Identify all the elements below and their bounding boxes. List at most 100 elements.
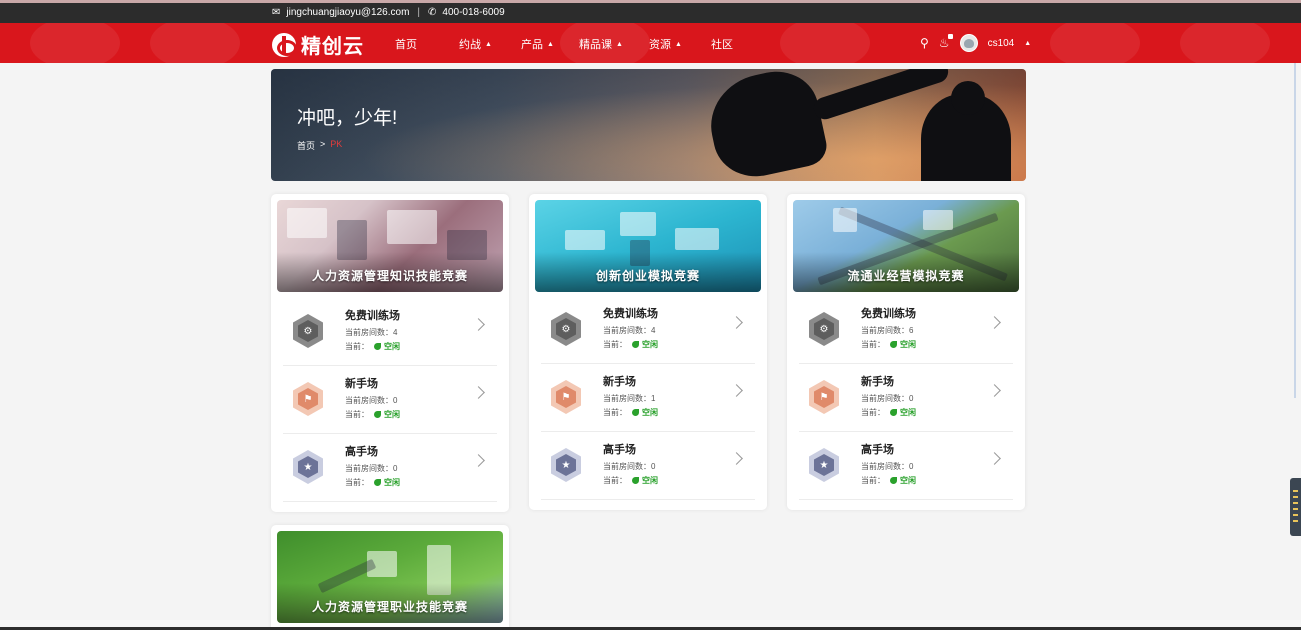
caret-up-icon: ▲ [675, 40, 682, 48]
main-navbar: 精创云 首页 约战 ▲ 产品 ▲ 精品课 ▲ 资源 ▲ 社区 ⚲ ♨ cs104… [0, 23, 1301, 63]
room-count-label: 当前房间数： [345, 396, 393, 405]
card-title: 流通业经营模拟竞赛 [847, 269, 965, 283]
nav-item-label: 社区 [711, 39, 733, 51]
chevron-right-icon[interactable] [730, 384, 743, 397]
breadcrumb-home[interactable]: 首页 [297, 139, 315, 152]
widget-bar [1293, 490, 1298, 492]
nav-item-battle[interactable]: 约战 ▲ [459, 36, 521, 52]
novice-arena-badge-icon: ⚑ [809, 380, 839, 414]
arena-row-expert[interactable]: ★ 高手场 当前房间数：0 当前： 空闲 [283, 434, 497, 502]
nav-item-community[interactable]: 社区 [711, 36, 761, 52]
search-icon[interactable]: ⚲ [920, 36, 929, 50]
widget-bar [1293, 514, 1298, 516]
status-leaf-icon [374, 343, 381, 350]
chevron-right-icon[interactable] [988, 452, 1001, 465]
nav-item-resources[interactable]: 资源 ▲ [649, 36, 711, 52]
chevron-right-icon[interactable] [472, 454, 485, 467]
card-cover[interactable]: 人力资源管理知识技能竞赛 [277, 200, 503, 292]
chevron-right-icon[interactable] [988, 384, 1001, 397]
badge-emblem: ⚙ [814, 318, 834, 340]
nav-decoration [1050, 23, 1140, 63]
page-title: 冲吧，少年! [297, 108, 398, 129]
room-count-value: 4 [651, 326, 656, 335]
widget-bar [1293, 502, 1298, 504]
competition-card: 创新创业模拟竞赛 ⚙ 免费训练场 当前房间数：4 当前： 空闲 ⚑ 新手场 当前房… [529, 194, 767, 510]
status-leaf-icon [890, 341, 897, 348]
arena-status: 当前： 空闲 [345, 477, 400, 488]
arena-row-novice[interactable]: ⚑ 新手场 当前房间数：1 当前： 空闲 [541, 364, 755, 432]
avatar[interactable] [959, 34, 978, 52]
nav-item-courses[interactable]: 精品课 ▲ [579, 36, 649, 52]
arena-row-expert[interactable]: ★ 高手场 当前房间数：0 当前： 空闲 [541, 432, 755, 500]
status-value: 空闲 [384, 478, 400, 487]
status-value: 空闲 [384, 410, 400, 419]
nav-item-products[interactable]: 产品 ▲ [521, 36, 579, 52]
room-count: 当前房间数：0 [861, 461, 913, 472]
room-count-value: 0 [393, 396, 398, 405]
status-label: 当前： [861, 340, 885, 349]
cover-illustration [923, 210, 953, 230]
cover-illustration [287, 208, 327, 238]
free-arena-badge-icon: ⚙ [551, 312, 581, 346]
arena-name: 新手场 [861, 376, 894, 388]
status-label: 当前： [861, 408, 885, 417]
arena-row-novice[interactable]: ⚑ 新手场 当前房间数：0 当前： 空闲 [799, 364, 1013, 432]
chevron-right-icon[interactable] [730, 452, 743, 465]
arena-status: 当前： 空闲 [603, 339, 658, 350]
arena-row-free[interactable]: ⚙ 免费训练场 当前房间数：6 当前： 空闲 [799, 296, 1013, 364]
arena-status: 当前： 空闲 [345, 341, 400, 352]
badge-emblem: ★ [298, 456, 318, 478]
room-count-label: 当前房间数： [603, 326, 651, 335]
widget-bar [1293, 496, 1298, 498]
card-cover[interactable]: 人力资源管理职业技能竞赛 [277, 531, 503, 623]
nav-menu: 首页 约战 ▲ 产品 ▲ 精品课 ▲ 资源 ▲ 社区 [395, 36, 761, 52]
room-count: 当前房间数：0 [345, 463, 397, 474]
nav-item-label: 精品课 [579, 39, 612, 51]
chevron-right-icon[interactable] [472, 386, 485, 399]
room-count-label: 当前房间数： [603, 462, 651, 471]
arena-row-expert[interactable]: ★ 高手场 当前房间数：0 当前： 空闲 [799, 432, 1013, 500]
arena-row-free[interactable]: ⚙ 免费训练场 当前房间数：4 当前： 空闲 [541, 296, 755, 364]
chevron-right-icon[interactable] [988, 316, 1001, 329]
arena-row-free[interactable]: ⚙ 免费训练场 当前房间数：4 当前： 空闲 [283, 298, 497, 366]
status-leaf-icon [374, 411, 381, 418]
status-label: 当前： [603, 408, 627, 417]
side-float-widget[interactable] [1290, 478, 1301, 536]
card-cover[interactable]: 创新创业模拟竞赛 [535, 200, 761, 292]
cover-illustration [833, 208, 857, 232]
room-count: 当前房间数：1 [603, 393, 655, 404]
contact-phone: 400-018-6009 [442, 7, 505, 18]
arena-name: 高手场 [345, 446, 378, 458]
nav-item-label: 首页 [395, 39, 417, 51]
contact-separator: | [417, 7, 421, 18]
nav-item-home[interactable]: 首页 [395, 36, 459, 52]
room-count-value: 0 [909, 394, 914, 403]
page-scrollbar[interactable] [1294, 63, 1296, 398]
chevron-right-icon[interactable] [730, 316, 743, 329]
nav-decoration [1180, 23, 1270, 63]
status-label: 当前： [345, 478, 369, 487]
novice-arena-badge-icon: ⚑ [551, 380, 581, 414]
arena-name: 免费训练场 [603, 308, 658, 320]
bell-icon[interactable]: ♨ [939, 34, 953, 50]
chevron-right-icon[interactable] [472, 318, 485, 331]
contact-info: ✉ jingchuangjiaoyu@126.com | ✆ 400-018-6… [272, 7, 505, 18]
arena-row-novice[interactable]: ⚑ 新手场 当前房间数：0 当前： 空闲 [283, 366, 497, 434]
nav-item-label: 资源 [649, 39, 671, 51]
status-label: 当前： [861, 476, 885, 485]
logo-icon [272, 32, 297, 57]
badge-emblem: ★ [556, 454, 576, 476]
arena-status: 当前： 空闲 [861, 475, 916, 486]
card-cover[interactable]: 流通业经营模拟竞赛 [793, 200, 1019, 292]
card-title: 创新创业模拟竞赛 [595, 269, 700, 283]
cover-illustration [620, 212, 656, 236]
username[interactable]: cs104 [988, 38, 1015, 49]
caret-up-icon[interactable]: ▲ [1024, 40, 1031, 47]
badge-emblem: ⚙ [298, 320, 318, 342]
breadcrumb: 首页 > PK [297, 139, 342, 152]
brand-logo[interactable]: 精创云 [272, 30, 364, 59]
contact-email[interactable]: jingchuangjiaoyu@126.com [286, 7, 409, 18]
arena-status: 当前： 空闲 [861, 407, 916, 418]
room-count: 当前房间数：0 [345, 395, 397, 406]
nav-item-label: 约战 [459, 39, 481, 51]
